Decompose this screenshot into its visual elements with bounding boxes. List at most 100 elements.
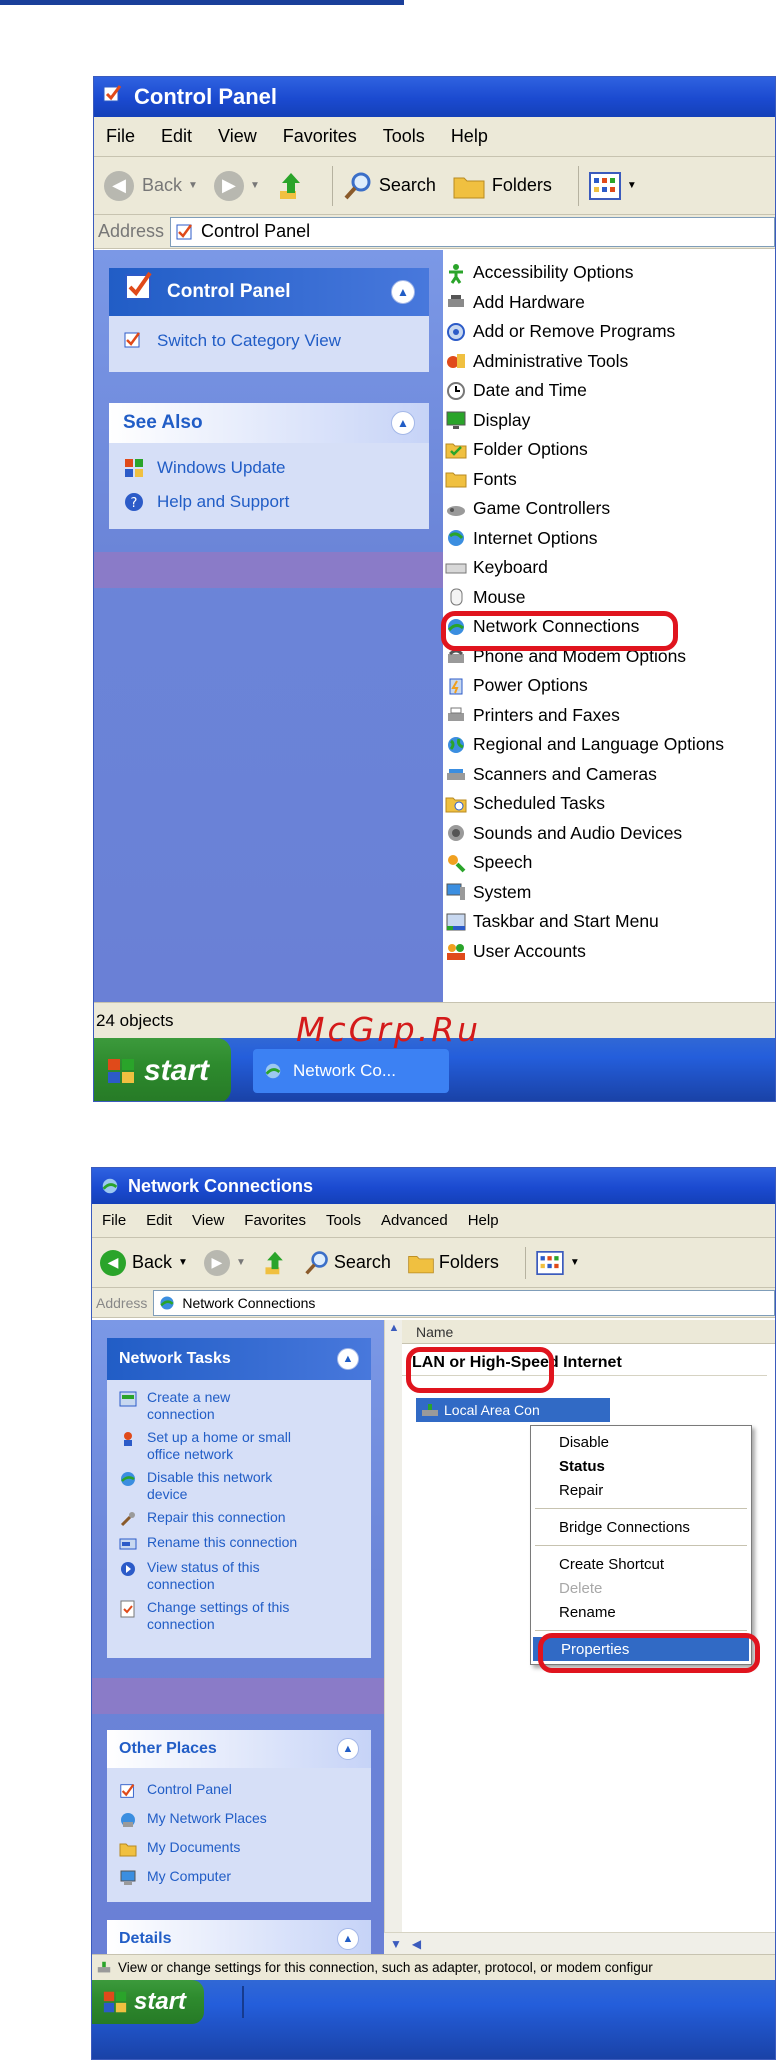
- menu-item-repair[interactable]: Repair: [531, 1478, 751, 1502]
- control-panel-box-header[interactable]: Control Panel ▲: [109, 268, 429, 316]
- scroll-up-icon[interactable]: ▲: [386, 1322, 402, 1338]
- cp-item-printers-faxes[interactable]: Printers and Faxes: [443, 701, 775, 731]
- cp-item-date-time[interactable]: Date and Time: [443, 376, 775, 406]
- column-header-name[interactable]: Name: [402, 1320, 775, 1344]
- title-bar[interactable]: Network Connections: [92, 1168, 775, 1204]
- menu-edit[interactable]: Edit: [161, 126, 192, 147]
- my-documents-link[interactable]: My Documents: [107, 1834, 371, 1863]
- cp-item-add-remove-programs[interactable]: Add or Remove Programs: [443, 317, 775, 347]
- search-button[interactable]: Search: [343, 171, 436, 201]
- chevron-down-icon[interactable]: ▼: [178, 1257, 188, 1268]
- disable-device-link[interactable]: Disable this network device: [107, 1466, 371, 1506]
- rename-connection-link[interactable]: Rename this connection: [107, 1531, 371, 1556]
- cp-item-user-accounts[interactable]: User Accounts: [443, 937, 775, 967]
- cp-item-folder-options[interactable]: Folder Options: [443, 435, 775, 465]
- details-header[interactable]: Details ▲: [107, 1920, 371, 1958]
- scroll-down-icon[interactable]: ▼: [390, 1937, 402, 1951]
- start-button[interactable]: start: [94, 1038, 232, 1101]
- chevron-down-icon[interactable]: ▼: [250, 180, 260, 191]
- scanner-icon: [447, 769, 465, 781]
- title-bar[interactable]: Control Panel: [94, 77, 775, 117]
- chevron-down-icon[interactable]: ▼: [188, 180, 198, 191]
- views-button[interactable]: ▼: [536, 1250, 580, 1275]
- other-control-panel-link[interactable]: Control Panel: [107, 1776, 371, 1805]
- network-places-icon: [121, 1813, 135, 1827]
- search-button[interactable]: Search: [304, 1250, 391, 1276]
- cp-item-speech[interactable]: Speech: [443, 848, 775, 878]
- menu-edit[interactable]: Edit: [146, 1212, 172, 1229]
- back-button[interactable]: ◀ Back ▼: [100, 1249, 188, 1276]
- create-connection-link[interactable]: Create a new connection: [107, 1386, 371, 1426]
- menu-file[interactable]: File: [102, 1212, 126, 1229]
- forward-button[interactable]: ▶ ▼: [213, 170, 260, 201]
- collapse-icon[interactable]: ▲: [337, 1928, 359, 1950]
- cp-item-accessibility[interactable]: Accessibility Options: [443, 258, 775, 288]
- my-network-places-link[interactable]: My Network Places: [107, 1805, 371, 1834]
- menu-tools[interactable]: Tools: [326, 1212, 361, 1229]
- cp-item-taskbar-start-menu[interactable]: Taskbar and Start Menu: [443, 907, 775, 937]
- menu-view[interactable]: View: [192, 1212, 224, 1229]
- view-status-link[interactable]: View status of this connection: [107, 1556, 371, 1596]
- menu-item-disable[interactable]: Disable: [531, 1430, 751, 1454]
- change-settings-link[interactable]: Change settings of this connection: [107, 1596, 371, 1636]
- start-button[interactable]: start: [92, 1980, 205, 2024]
- menu-item-create-shortcut[interactable]: Create Shortcut: [531, 1552, 751, 1576]
- menu-view[interactable]: View: [218, 126, 257, 147]
- cp-item-regional-language[interactable]: Regional and Language Options: [443, 730, 775, 760]
- taskbar-network-connections[interactable]: Network Co...: [253, 1048, 450, 1093]
- cp-item-system[interactable]: System: [443, 878, 775, 908]
- other-places-header[interactable]: Other Places ▲: [107, 1730, 371, 1768]
- address-input[interactable]: Control Panel: [170, 216, 775, 247]
- cp-item-scheduled-tasks[interactable]: Scheduled Tasks: [443, 789, 775, 819]
- up-folder-button[interactable]: [276, 171, 306, 201]
- cp-item-scanners-cameras[interactable]: Scanners and Cameras: [443, 760, 775, 790]
- address-input[interactable]: Network Connections: [153, 1289, 775, 1316]
- folders-button[interactable]: Folders: [452, 172, 552, 200]
- local-area-connection-item[interactable]: Local Area Con: [416, 1398, 610, 1422]
- collapse-icon[interactable]: ▲: [337, 1738, 359, 1760]
- menu-item-status[interactable]: Status: [531, 1454, 751, 1478]
- scroll-left-icon[interactable]: ◀: [412, 1937, 421, 1951]
- menu-favorites[interactable]: Favorites: [244, 1212, 306, 1229]
- up-folder-button[interactable]: [262, 1250, 288, 1276]
- menu-help[interactable]: Help: [468, 1212, 499, 1229]
- views-button[interactable]: ▼: [588, 171, 637, 200]
- menu-advanced[interactable]: Advanced: [381, 1212, 448, 1229]
- my-computer-link[interactable]: My Computer: [107, 1863, 371, 1892]
- forward-button[interactable]: ▶ ▼: [203, 1249, 246, 1276]
- cp-item-power-options[interactable]: Power Options: [443, 671, 775, 701]
- cp-item-keyboard[interactable]: Keyboard: [443, 553, 775, 583]
- cp-item-game-controllers[interactable]: Game Controllers: [443, 494, 775, 524]
- chevron-down-icon[interactable]: ▼: [236, 1257, 246, 1268]
- cp-item-add-hardware[interactable]: Add Hardware: [443, 288, 775, 318]
- collapse-icon[interactable]: ▲: [391, 280, 415, 304]
- cp-item-mouse[interactable]: Mouse: [443, 583, 775, 613]
- search-icon: [344, 172, 371, 199]
- setup-home-network-link[interactable]: Set up a home or small office network: [107, 1426, 371, 1466]
- menu-item-rename[interactable]: Rename: [531, 1600, 751, 1624]
- back-button[interactable]: ◀ Back ▼: [104, 170, 198, 201]
- horizontal-scrollbar[interactable]: ▼ ◀: [384, 1932, 775, 1954]
- folders-button[interactable]: Folders: [407, 1251, 499, 1275]
- menu-file[interactable]: File: [106, 126, 135, 147]
- search-icon: [305, 1250, 328, 1275]
- switch-category-view-link[interactable]: Switch to Category View: [109, 316, 429, 372]
- cp-item-display[interactable]: Display: [443, 406, 775, 436]
- menu-favorites[interactable]: Favorites: [283, 126, 357, 147]
- repair-connection-link[interactable]: Repair this connection: [107, 1506, 371, 1531]
- see-also-header[interactable]: See Also ▲: [109, 403, 429, 443]
- cp-item-fonts[interactable]: Fonts: [443, 465, 775, 495]
- control-panel-icon: [125, 271, 152, 300]
- cp-item-sounds-audio[interactable]: Sounds and Audio Devices: [443, 819, 775, 849]
- vertical-scrollbar[interactable]: ▲: [384, 1320, 402, 1932]
- menu-item-bridge-connections[interactable]: Bridge Connections: [531, 1515, 751, 1539]
- network-tasks-header[interactable]: Network Tasks ▲: [107, 1338, 371, 1380]
- help-and-support-link[interactable]: ? Help and Support: [109, 485, 429, 529]
- collapse-icon[interactable]: ▲: [391, 411, 415, 435]
- windows-update-link[interactable]: Windows Update: [109, 443, 429, 485]
- cp-item-internet-options[interactable]: Internet Options: [443, 524, 775, 554]
- cp-item-administrative-tools[interactable]: Administrative Tools: [443, 347, 775, 377]
- menu-help[interactable]: Help: [451, 126, 488, 147]
- menu-tools[interactable]: Tools: [383, 126, 425, 147]
- collapse-icon[interactable]: ▲: [337, 1348, 359, 1370]
